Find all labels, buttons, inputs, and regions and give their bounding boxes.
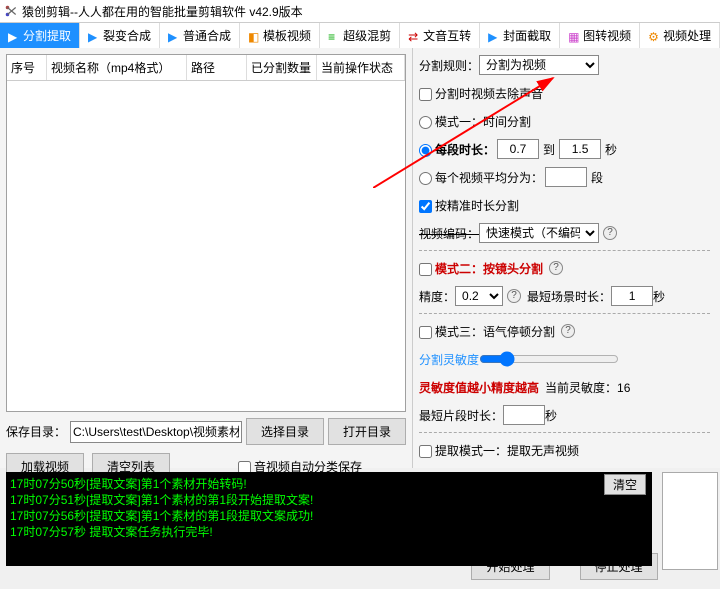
encode-select[interactable]: 快速模式（不编码） [479, 223, 599, 243]
rule-label: 分割规则： [419, 57, 479, 74]
tab-supermix[interactable]: ≡超级混剪 [320, 23, 400, 48]
col-no: 序号 [7, 55, 47, 80]
log-console: 17时07分50秒[提取文案]第1个素材开始转码! 17时07分51秒[提取文案… [6, 472, 652, 566]
play-icon: ▶ [168, 30, 180, 42]
mode1-radio[interactable] [419, 116, 432, 129]
col-status: 当前操作状态 [317, 55, 405, 80]
log-line: 17时07分51秒[提取文案]第1个素材的第1段开始提取文案! [10, 492, 648, 508]
app-title: 猿创剪辑--人人都在用的智能批量剪辑软件 v42.9版本 [22, 3, 303, 20]
seg-from-input[interactable] [497, 139, 539, 159]
template-icon: ◧ [248, 30, 260, 42]
play-icon: ▶ [88, 30, 100, 42]
log-line: 17时07分50秒[提取文案]第1个素材开始转码! [10, 476, 648, 492]
help-icon[interactable]: ? [507, 289, 521, 303]
play-icon: ▶ [488, 30, 500, 42]
title-bar: 猿创剪辑--人人都在用的智能批量剪辑软件 v42.9版本 [0, 0, 720, 22]
help-icon[interactable]: ? [561, 324, 575, 338]
precise-checkbox[interactable] [419, 200, 432, 213]
open-dir-button[interactable]: 打开目录 [328, 418, 406, 445]
seg-to-input[interactable] [559, 139, 601, 159]
save-label: 保存目录： [6, 423, 66, 440]
video-grid[interactable]: 序号 视频名称（mp4格式） 路径 已分割数量 当前操作状态 [6, 54, 406, 412]
log-line: 17时07分56秒[提取文案]第1个素材的第1段提取文案成功! [10, 508, 648, 524]
remove-audio-checkbox[interactable] [419, 88, 432, 101]
tab-process[interactable]: ⚙视频处理 [640, 23, 720, 48]
bars-icon: ≡ [328, 30, 340, 42]
grid-body [7, 81, 405, 411]
col-path: 路径 [187, 55, 247, 80]
tab-bar: ▶分割提取 ▶裂变合成 ▶普通合成 ◧模板视频 ≡超级混剪 ⇄文音互转 ▶封面截… [0, 22, 720, 48]
gear-icon: ⚙ [648, 30, 660, 42]
minclip-input[interactable] [503, 405, 545, 425]
mode2-checkbox[interactable] [419, 263, 432, 276]
app-icon [4, 4, 18, 18]
rule-select[interactable]: 分割为视频 [479, 55, 599, 75]
tab-template[interactable]: ◧模板视频 [240, 23, 320, 48]
tab-cover[interactable]: ▶封面截取 [480, 23, 560, 48]
tab-normal[interactable]: ▶普通合成 [160, 23, 240, 48]
col-count: 已分割数量 [247, 55, 317, 80]
help-icon[interactable]: ? [549, 261, 563, 275]
accuracy-select[interactable]: 0.2 [455, 286, 503, 306]
sensitivity-slider[interactable] [479, 351, 619, 367]
image-icon: ▦ [568, 30, 580, 42]
tab-fission[interactable]: ▶裂变合成 [80, 23, 160, 48]
seg-duration-radio[interactable] [419, 144, 432, 157]
log-line: 17时07分57秒 提取文案任务执行完毕! [10, 524, 648, 540]
mode3-checkbox[interactable] [419, 326, 432, 339]
tab-split[interactable]: ▶分割提取 [0, 23, 80, 48]
play-icon: ▶ [8, 30, 20, 42]
minscene-input[interactable] [611, 286, 653, 306]
encode-label: 视频编码： [419, 225, 479, 242]
avg-input[interactable] [545, 167, 587, 187]
choose-dir-button[interactable]: 选择目录 [246, 418, 324, 445]
clear-console-button[interactable]: 清空 [604, 474, 646, 495]
tab-img2video[interactable]: ▦图转视频 [560, 23, 640, 48]
tab-text2audio[interactable]: ⇄文音互转 [400, 23, 480, 48]
avg-radio[interactable] [419, 172, 432, 185]
save-path-input[interactable] [70, 421, 242, 443]
grid-header: 序号 视频名称（mp4格式） 路径 已分割数量 当前操作状态 [7, 55, 405, 81]
extract1-checkbox[interactable] [419, 445, 432, 458]
help-icon[interactable]: ? [603, 226, 617, 240]
swap-icon: ⇄ [408, 30, 420, 42]
col-name: 视频名称（mp4格式） [47, 55, 187, 80]
